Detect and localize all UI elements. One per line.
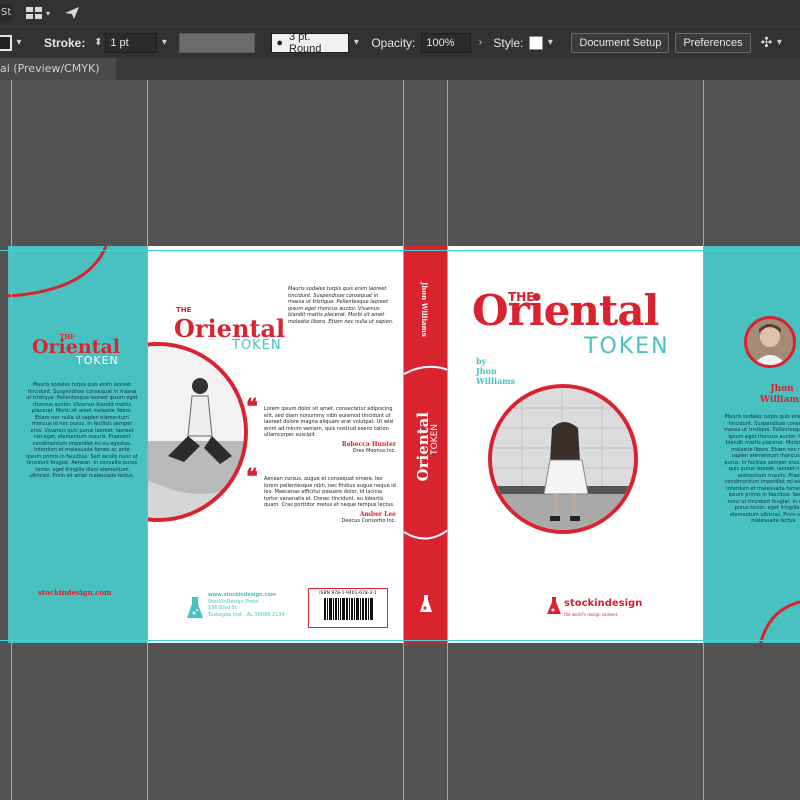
quote-mark-icon: ❝ xyxy=(246,394,258,420)
stroke-weight-input[interactable]: 1 pt xyxy=(105,32,158,53)
brush-value: 3 pt. Round xyxy=(289,30,322,55)
document-tab[interactable]: ai (Preview/CMYK) xyxy=(0,58,116,80)
testimonial-2: Aenean cursus, augue et consequat ornare… xyxy=(264,476,396,525)
back-cover-panel: Oriental THE TOKEN Mauris sodales turpis… xyxy=(148,246,404,643)
vertical-guide[interactable] xyxy=(11,80,12,800)
horizontal-guide[interactable] xyxy=(0,250,800,251)
workspace-grid-icon[interactable]: ▾ xyxy=(26,6,50,20)
stroke-dropdown-icon[interactable]: ▾ xyxy=(157,33,171,53)
spine-title-token: TOKEN xyxy=(430,424,440,455)
brush-definition: ● 3 pt. Round xyxy=(271,30,350,55)
right-flap-author-name: Jhon Williams xyxy=(752,384,800,406)
testimonial-2-company: Deecus Consortio Inc. xyxy=(341,518,396,524)
preferences-button[interactable]: Preferences xyxy=(675,32,751,53)
swatch-dropdown-icon[interactable]: ▾ xyxy=(12,33,26,53)
left-flap-panel: THE Oriental TOKEN Mauris sodales turpis… xyxy=(8,246,148,643)
front-title-token: TOKEN xyxy=(584,334,670,359)
stroke-stepper-icon[interactable]: ⬍ xyxy=(91,33,105,53)
send-icon[interactable] xyxy=(64,6,80,20)
flask-logo-icon xyxy=(187,597,203,618)
spine-arc-decoration xyxy=(404,365,448,375)
style-dropdown-icon[interactable]: ▾ xyxy=(543,33,557,53)
document-tab-title: ai (Preview/CMYK) xyxy=(0,62,100,75)
vertical-guide[interactable] xyxy=(447,80,448,800)
barcode-bars xyxy=(311,598,385,620)
vertical-guide[interactable] xyxy=(403,80,404,800)
artboard-canvas[interactable]: THE Oriental TOKEN Mauris sodales turpis… xyxy=(0,80,800,800)
variable-width-profile[interactable] xyxy=(179,32,256,53)
front-publisher-logo: stockindesign xyxy=(564,598,643,609)
testimonial-1-text: Lorem ipsum dolor sit amet, consectetur … xyxy=(264,406,394,438)
opacity-input[interactable]: 100% xyxy=(421,32,472,53)
flap-title-token: TOKEN xyxy=(76,354,119,367)
arrange-documents-icon[interactable]: ✣ xyxy=(761,34,773,51)
graphic-style-swatch[interactable] xyxy=(529,35,544,50)
arrange-dropdown-icon[interactable]: ▾ xyxy=(772,33,786,53)
testimonial-2-name: Amber Lee xyxy=(359,510,396,518)
front-title-main: Oriental xyxy=(472,286,659,335)
right-flap-panel: Jhon Williams Mauris sodales turpis quis… xyxy=(704,246,800,643)
brush-dropdown-icon[interactable]: ▾ xyxy=(349,33,363,53)
publisher-info: www.stockindesign.com StockInDesign Pres… xyxy=(208,592,288,618)
front-publisher-tagline: the world's design content xyxy=(564,612,618,617)
stroke-label: Stroke: xyxy=(44,35,86,50)
flask-logo-icon xyxy=(420,595,432,612)
right-flap-author-last: Williams xyxy=(759,395,800,405)
flap-site-link: stockindesign.com xyxy=(38,588,112,597)
vertical-guide[interactable] xyxy=(703,80,704,800)
quote-mark-icon: ❝ xyxy=(246,464,258,490)
app-logo-icon[interactable]: St xyxy=(0,4,12,22)
publisher-site: www.stockindesign.com xyxy=(208,592,277,598)
flap-arc-decoration xyxy=(759,600,800,643)
front-cover-panel: Oriental THE TOKEN by Jhon Williams stoc… xyxy=(448,246,704,643)
back-blurb-text: Mauris sodales turpis quis enim laoreet … xyxy=(288,286,394,325)
front-author-first: Jhon xyxy=(476,366,497,376)
testimonial-1-company: Orex Moonus Inc. xyxy=(352,448,396,454)
spine-panel: Jhon Williams Oriental TOKEN xyxy=(404,246,448,643)
vertical-guide[interactable] xyxy=(147,80,148,800)
document-tab-bar: ai (Preview/CMYK) xyxy=(0,58,800,80)
app-window: St ▾ ▾ Stroke: ⬍ 1 pt ▾ ● 3 pt. Round ▾ … xyxy=(0,0,800,800)
testimonial-1-name: Rebecca Hunter xyxy=(341,440,396,448)
front-author-byline: by Jhon Williams xyxy=(476,356,515,386)
right-flap-body-text: Mauris sodales turpis quis enim laoreet … xyxy=(724,414,800,524)
sad-girl-photo xyxy=(492,388,634,530)
isbn-barcode: ISBN 978-1-9401-678-3-1 xyxy=(308,588,388,628)
woman-sitting-photo xyxy=(148,346,244,518)
back-cover-photo-circle xyxy=(148,342,248,522)
front-author-last: Williams xyxy=(476,376,516,386)
flask-logo-icon xyxy=(547,597,561,614)
publisher-address-2: Tuskegee Inst., AL 36088 2134 xyxy=(208,611,285,618)
right-flap-author-first: Jhon xyxy=(770,384,794,394)
flap-body-text: Mauris sodales turpis quis enim laoreet … xyxy=(26,382,138,479)
control-bar: ▾ Stroke: ⬍ 1 pt ▾ ● 3 pt. Round ▾ Opaci… xyxy=(0,26,800,58)
author-portrait-photo xyxy=(747,319,793,365)
back-title-the: THE xyxy=(176,306,192,314)
style-label: Style: xyxy=(493,35,524,50)
author-avatar xyxy=(744,316,796,368)
fill-swatch[interactable] xyxy=(0,34,12,51)
spine-author: Jhon Williams xyxy=(420,282,429,337)
testimonial-1: Lorem ipsum dolor sit amet, consectetur … xyxy=(264,406,396,455)
back-title-token: TOKEN xyxy=(232,338,282,353)
horizontal-guide[interactable] xyxy=(0,640,800,641)
document-setup-button[interactable]: Document Setup xyxy=(571,32,670,53)
front-title-the: THE xyxy=(508,290,535,304)
chevron-down-icon: ▾ xyxy=(46,8,51,18)
opacity-label: Opacity: xyxy=(371,35,416,50)
menu-bar: St ▾ xyxy=(0,0,800,26)
isbn-number: ISBN 978-1-9401-678-3-1 xyxy=(319,591,377,596)
chevron-right-icon[interactable]: › xyxy=(473,33,487,53)
flap-arc-decoration xyxy=(8,246,108,298)
testimonial-2-text: Aenean cursus, augue et consequat ornare… xyxy=(264,476,396,508)
spine-arc-decoration xyxy=(404,529,448,540)
front-author-by: by xyxy=(476,356,487,366)
brush-dot-icon: ● xyxy=(276,36,283,49)
front-cover-photo-circle xyxy=(488,384,638,534)
